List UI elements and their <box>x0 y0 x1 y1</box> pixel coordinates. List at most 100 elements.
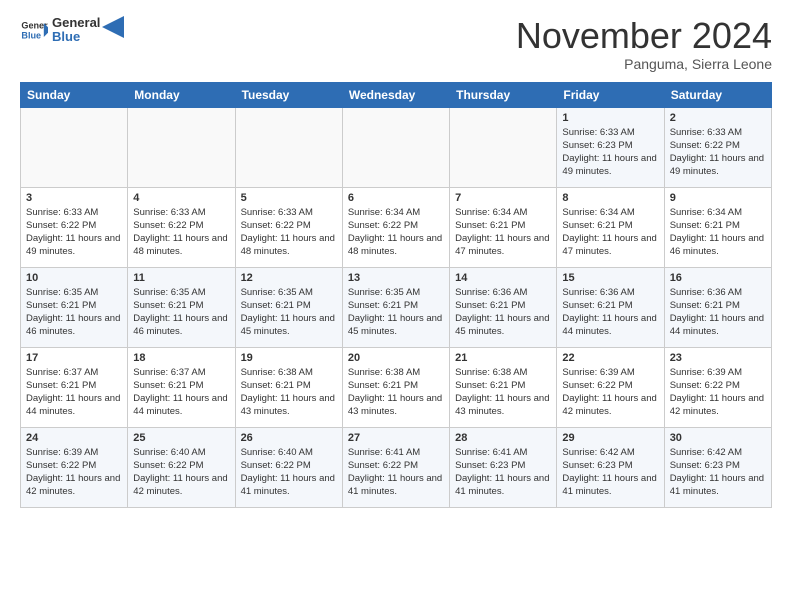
calendar-cell <box>235 107 342 187</box>
day-info: Sunrise: 6:38 AM Sunset: 6:21 PM Dayligh… <box>348 366 444 419</box>
weekday-header: Friday <box>557 82 664 107</box>
calendar-cell: 18 Sunrise: 6:37 AM Sunset: 6:21 PM Dayli… <box>128 347 235 427</box>
calendar-cell: 20Sunrise: 6:38 AM Sunset: 6:21 PM Dayli… <box>342 347 449 427</box>
weekday-header: Monday <box>128 82 235 107</box>
day-number: 5 <box>241 192 337 204</box>
day-info: Sunrise: 6:35 AM Sunset: 6:21 PM Dayligh… <box>133 286 229 339</box>
title-block: November 2024 Panguma, Sierra Leone <box>516 16 772 72</box>
day-info: Sunrise: 6:38 AM Sunset: 6:21 PM Dayligh… <box>241 366 337 419</box>
day-number: 17 <box>26 352 122 364</box>
day-number: 15 <box>562 272 658 284</box>
calendar-week-row: 10 Sunrise: 6:35 AM Sunset: 6:21 PM Dayli… <box>21 267 772 347</box>
calendar-cell <box>342 107 449 187</box>
day-info: Sunrise: 6:40 AM Sunset: 6:22 PM Dayligh… <box>241 446 337 499</box>
day-number: 12 <box>241 272 337 284</box>
calendar-week-row: 1Sunrise: 6:33 AM Sunset: 6:23 PM Daylig… <box>21 107 772 187</box>
calendar-cell: 4 Sunrise: 6:33 AM Sunset: 6:22 PM Daylig… <box>128 187 235 267</box>
day-info: Sunrise: 6:37 AM Sunset: 6:21 PM Dayligh… <box>26 366 122 419</box>
calendar-cell: 24Sunrise: 6:39 AM Sunset: 6:22 PM Dayli… <box>21 427 128 507</box>
day-number: 29 <box>562 432 658 444</box>
day-info: Sunrise: 6:39 AM Sunset: 6:22 PM Dayligh… <box>670 366 766 419</box>
day-info: Sunrise: 6:33 AM Sunset: 6:22 PM Dayligh… <box>670 126 766 179</box>
day-number: 16 <box>670 272 766 284</box>
weekday-header: Thursday <box>450 82 557 107</box>
calendar-cell: 26 Sunrise: 6:40 AM Sunset: 6:22 PM Dayli… <box>235 427 342 507</box>
day-info: Sunrise: 6:33 AM Sunset: 6:22 PM Dayligh… <box>241 206 337 259</box>
weekday-header: Saturday <box>664 82 771 107</box>
calendar-cell: 13 Sunrise: 6:35 AM Sunset: 6:21 PM Dayli… <box>342 267 449 347</box>
calendar-week-row: 24Sunrise: 6:39 AM Sunset: 6:22 PM Dayli… <box>21 427 772 507</box>
day-info: Sunrise: 6:41 AM Sunset: 6:23 PM Dayligh… <box>455 446 551 499</box>
day-number: 13 <box>348 272 444 284</box>
day-info: Sunrise: 6:36 AM Sunset: 6:21 PM Dayligh… <box>670 286 766 339</box>
calendar-cell: 17 Sunrise: 6:37 AM Sunset: 6:21 PM Dayli… <box>21 347 128 427</box>
weekday-header: Tuesday <box>235 82 342 107</box>
calendar-cell: 7 Sunrise: 6:34 AM Sunset: 6:21 PM Daylig… <box>450 187 557 267</box>
day-info: Sunrise: 6:34 AM Sunset: 6:21 PM Dayligh… <box>562 206 658 259</box>
weekday-header-row: SundayMondayTuesdayWednesdayThursdayFrid… <box>21 82 772 107</box>
day-number: 28 <box>455 432 551 444</box>
day-number: 23 <box>670 352 766 364</box>
location: Panguma, Sierra Leone <box>516 56 772 72</box>
calendar-cell <box>21 107 128 187</box>
calendar-cell: 29 Sunrise: 6:42 AM Sunset: 6:23 PM Dayli… <box>557 427 664 507</box>
calendar-cell: 2 Sunrise: 6:33 AM Sunset: 6:22 PM Daylig… <box>664 107 771 187</box>
day-number: 8 <box>562 192 658 204</box>
day-info: Sunrise: 6:34 AM Sunset: 6:21 PM Dayligh… <box>455 206 551 259</box>
day-info: Sunrise: 6:33 AM Sunset: 6:22 PM Dayligh… <box>133 206 229 259</box>
calendar-cell: 22 Sunrise: 6:39 AM Sunset: 6:22 PM Dayli… <box>557 347 664 427</box>
logo-arrow-icon <box>102 16 124 38</box>
calendar-cell: 12Sunrise: 6:35 AM Sunset: 6:21 PM Dayli… <box>235 267 342 347</box>
day-number: 18 <box>133 352 229 364</box>
day-number: 14 <box>455 272 551 284</box>
logo: General Blue General Blue <box>20 16 124 45</box>
calendar-cell: 21 Sunrise: 6:38 AM Sunset: 6:21 PM Dayli… <box>450 347 557 427</box>
day-info: Sunrise: 6:35 AM Sunset: 6:21 PM Dayligh… <box>26 286 122 339</box>
calendar-cell: 25 Sunrise: 6:40 AM Sunset: 6:22 PM Dayli… <box>128 427 235 507</box>
day-info: Sunrise: 6:39 AM Sunset: 6:22 PM Dayligh… <box>562 366 658 419</box>
calendar-cell: 1Sunrise: 6:33 AM Sunset: 6:23 PM Daylig… <box>557 107 664 187</box>
calendar-cell: 27Sunrise: 6:41 AM Sunset: 6:22 PM Dayli… <box>342 427 449 507</box>
calendar-cell <box>128 107 235 187</box>
day-number: 21 <box>455 352 551 364</box>
day-number: 11 <box>133 272 229 284</box>
day-info: Sunrise: 6:36 AM Sunset: 6:21 PM Dayligh… <box>562 286 658 339</box>
calendar-cell: 14 Sunrise: 6:36 AM Sunset: 6:21 PM Dayli… <box>450 267 557 347</box>
weekday-header: Wednesday <box>342 82 449 107</box>
day-info: Sunrise: 6:37 AM Sunset: 6:21 PM Dayligh… <box>133 366 229 419</box>
day-info: Sunrise: 6:36 AM Sunset: 6:21 PM Dayligh… <box>455 286 551 339</box>
calendar-cell: 16 Sunrise: 6:36 AM Sunset: 6:21 PM Dayli… <box>664 267 771 347</box>
calendar-cell: 8 Sunrise: 6:34 AM Sunset: 6:21 PM Daylig… <box>557 187 664 267</box>
calendar-cell <box>450 107 557 187</box>
day-info: Sunrise: 6:42 AM Sunset: 6:23 PM Dayligh… <box>670 446 766 499</box>
calendar-cell: 19 Sunrise: 6:38 AM Sunset: 6:21 PM Dayli… <box>235 347 342 427</box>
day-number: 6 <box>348 192 444 204</box>
day-info: Sunrise: 6:35 AM Sunset: 6:21 PM Dayligh… <box>348 286 444 339</box>
day-info: Sunrise: 6:39 AM Sunset: 6:22 PM Dayligh… <box>26 446 122 499</box>
weekday-header: Sunday <box>21 82 128 107</box>
day-number: 7 <box>455 192 551 204</box>
day-info: Sunrise: 6:40 AM Sunset: 6:22 PM Dayligh… <box>133 446 229 499</box>
day-info: Sunrise: 6:38 AM Sunset: 6:21 PM Dayligh… <box>455 366 551 419</box>
calendar-cell: 6 Sunrise: 6:34 AM Sunset: 6:22 PM Daylig… <box>342 187 449 267</box>
day-number: 4 <box>133 192 229 204</box>
month-title: November 2024 <box>516 16 772 56</box>
calendar-cell: 30 Sunrise: 6:42 AM Sunset: 6:23 PM Dayli… <box>664 427 771 507</box>
calendar-cell: 15 Sunrise: 6:36 AM Sunset: 6:21 PM Dayli… <box>557 267 664 347</box>
svg-text:Blue: Blue <box>21 31 41 41</box>
day-number: 22 <box>562 352 658 364</box>
calendar-week-row: 3Sunrise: 6:33 AM Sunset: 6:22 PM Daylig… <box>21 187 772 267</box>
day-info: Sunrise: 6:41 AM Sunset: 6:22 PM Dayligh… <box>348 446 444 499</box>
day-number: 30 <box>670 432 766 444</box>
day-info: Sunrise: 6:42 AM Sunset: 6:23 PM Dayligh… <box>562 446 658 499</box>
day-number: 10 <box>26 272 122 284</box>
day-number: 19 <box>241 352 337 364</box>
logo-icon: General Blue <box>20 16 48 44</box>
day-number: 2 <box>670 112 766 124</box>
calendar-cell: 11 Sunrise: 6:35 AM Sunset: 6:21 PM Dayli… <box>128 267 235 347</box>
day-info: Sunrise: 6:34 AM Sunset: 6:22 PM Dayligh… <box>348 206 444 259</box>
calendar-cell: 28 Sunrise: 6:41 AM Sunset: 6:23 PM Dayli… <box>450 427 557 507</box>
day-info: Sunrise: 6:33 AM Sunset: 6:23 PM Dayligh… <box>562 126 658 179</box>
day-number: 26 <box>241 432 337 444</box>
day-number: 25 <box>133 432 229 444</box>
